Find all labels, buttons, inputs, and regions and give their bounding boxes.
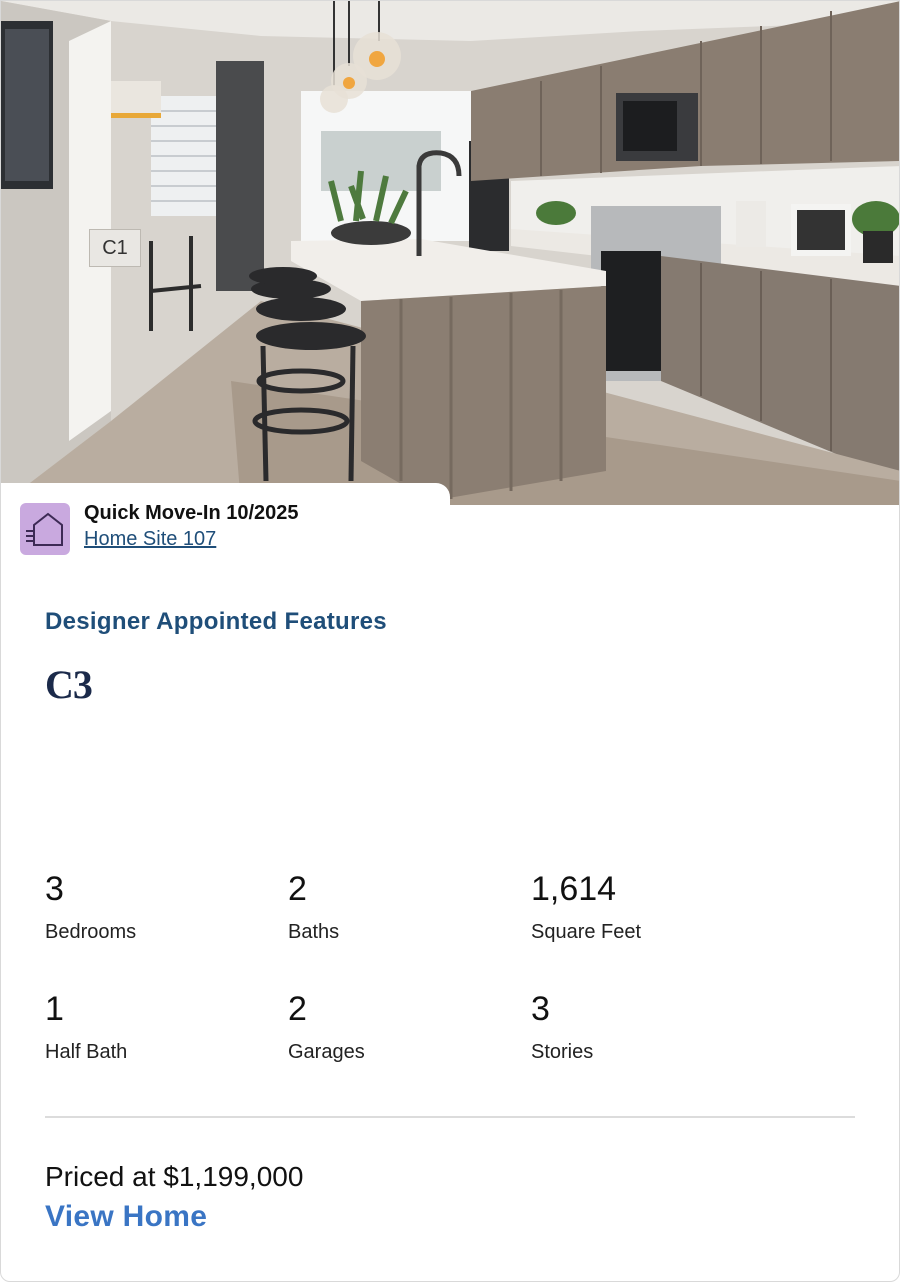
stat-value: 3 xyxy=(45,870,64,908)
stat-half-bath: 1 Half Bath xyxy=(45,989,245,1064)
stat-value: 2 xyxy=(288,990,307,1028)
stat-label: Bedrooms xyxy=(45,921,137,943)
divider xyxy=(45,1116,855,1118)
view-home-link[interactable]: View Home xyxy=(45,1200,207,1234)
stat-value: 1,614 xyxy=(531,870,617,908)
plan-tag: C1 xyxy=(89,229,141,267)
kitchen-photo[interactable]: C1 xyxy=(1,1,899,505)
stat-baths: 2 Baths xyxy=(288,869,488,944)
stat-garages: 2 Garages xyxy=(288,989,488,1064)
stat-bedrooms: 3 Bedrooms xyxy=(45,869,245,944)
house-icon xyxy=(20,503,70,555)
stat-label: Garages xyxy=(288,1041,365,1063)
plan-name: C3 xyxy=(45,662,93,707)
stat-label: Stories xyxy=(531,1041,594,1063)
stat-label: Baths xyxy=(288,921,340,943)
stat-value: 2 xyxy=(288,870,307,908)
status-title: Quick Move-In 10/2025 xyxy=(84,502,299,524)
stat-value: 1 xyxy=(45,990,64,1028)
home-card: C1 Quick Move-In 10/2025 Home Site 107 D… xyxy=(0,0,900,1282)
features-heading: Designer Appointed Features xyxy=(45,608,387,635)
stat-label: Square Feet xyxy=(531,921,642,943)
homesite-link[interactable]: Home Site 107 xyxy=(84,528,216,551)
stat-value: 3 xyxy=(531,990,550,1028)
price: Priced at $1,199,000 xyxy=(45,1161,304,1192)
stat-label: Half Bath xyxy=(45,1041,128,1063)
stat-square-feet: 1,614 Square Feet xyxy=(531,869,731,944)
stat-stories: 3 Stories xyxy=(531,989,731,1064)
